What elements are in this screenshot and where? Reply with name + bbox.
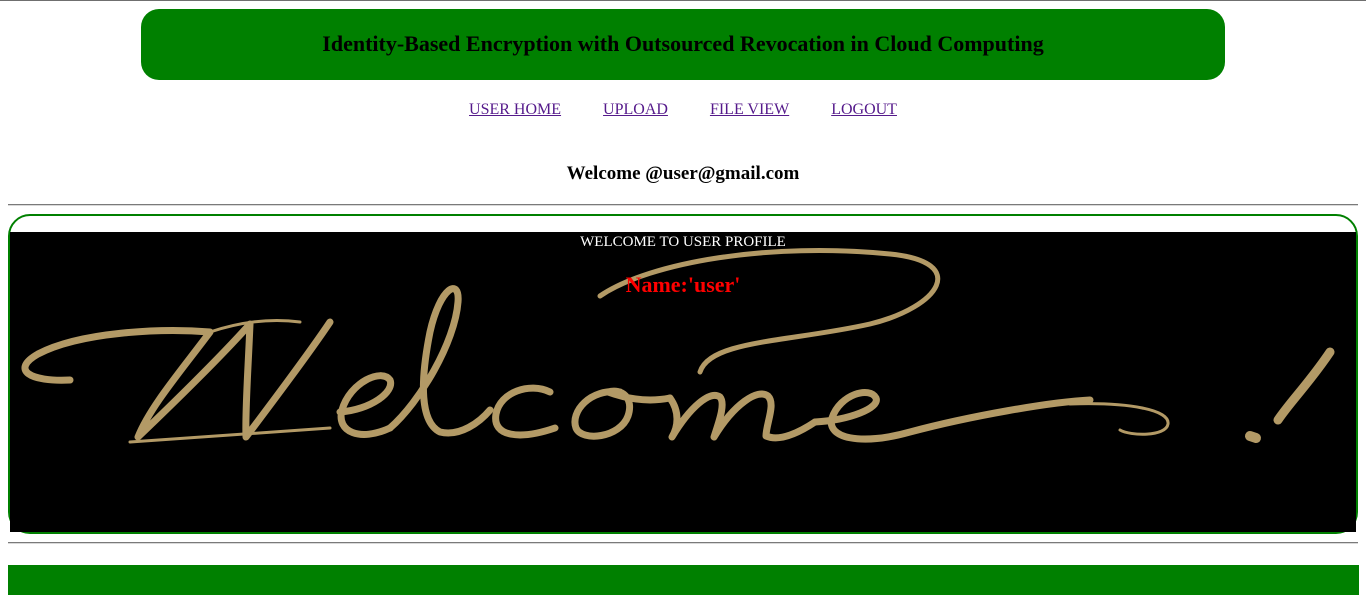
nav-upload-link[interactable]: UPLOAD	[603, 101, 668, 119]
divider-bottom	[8, 542, 1358, 544]
site-title: Identity-Based Encryption with Outsource…	[322, 30, 1044, 56]
page: Identity-Based Encryption with Outsource…	[0, 0, 1366, 606]
profile-name-text: Name:'user'	[625, 272, 741, 297]
profile-banner: WELCOME TO USER PROFILE Name:'user'	[10, 232, 1356, 532]
top-divider	[0, 0, 1366, 1]
divider-top	[8, 204, 1358, 206]
welcome-user-text: Welcome @user@gmail.com	[566, 163, 800, 184]
nav-file-view-link[interactable]: FILE VIEW	[710, 101, 789, 119]
site-header: Identity-Based Encryption with Outsource…	[141, 9, 1225, 80]
footer-bar	[8, 565, 1359, 595]
nav-user-home-link[interactable]: USER HOME	[469, 101, 561, 119]
nav-logout-link[interactable]: LOGOUT	[831, 101, 897, 119]
profile-heading: WELCOME TO USER PROFILE	[580, 234, 786, 250]
main-nav: USER HOME UPLOAD FILE VIEW LOGOUT	[0, 101, 1366, 119]
